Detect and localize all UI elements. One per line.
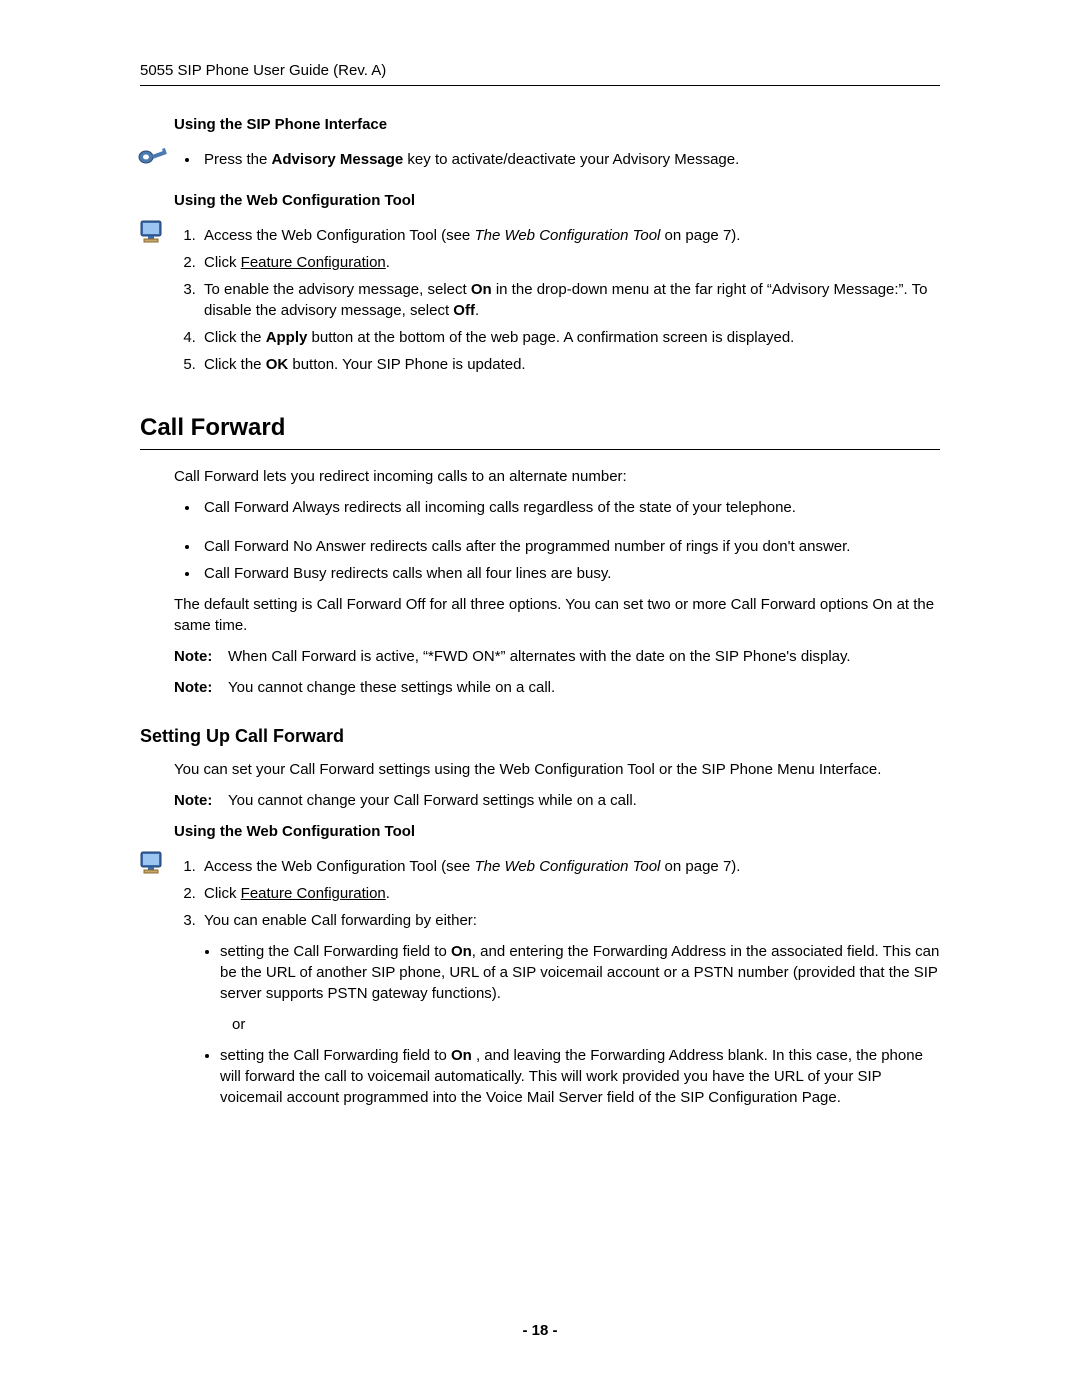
- page-header: 5055 SIP Phone User Guide (Rev. A): [140, 60, 940, 81]
- cf-note-1: Note: When Call Forward is active, “*FWD…: [174, 646, 940, 667]
- monitor-icon: [138, 219, 166, 245]
- cf-bullet-busy: Call Forward Busy redirects calls when a…: [200, 563, 940, 584]
- web-step-1: Access the Web Configuration Tool (see T…: [200, 225, 940, 246]
- web-step-5: Click the OK button. Your SIP Phone is u…: [200, 354, 940, 375]
- su-sub-1: setting the Call Forwarding field to On,…: [220, 941, 940, 1004]
- page-number: - 18 -: [0, 1320, 1080, 1341]
- cf-note-2: Note: You cannot change these settings w…: [174, 677, 940, 698]
- su-intro: You can set your Call Forward settings u…: [174, 759, 940, 780]
- su-step-1: Access the Web Configuration Tool (see T…: [200, 856, 940, 877]
- monitor-icon: [138, 850, 166, 876]
- setting-up-heading: Setting Up Call Forward: [140, 724, 940, 749]
- cf-default: The default setting is Call Forward Off …: [174, 594, 940, 636]
- feature-config-link[interactable]: Feature Configuration: [241, 254, 386, 271]
- web-step-3: To enable the advisory message, select O…: [200, 279, 940, 321]
- feature-config-link[interactable]: Feature Configuration: [241, 885, 386, 902]
- web-config-heading-2: Using the Web Configuration Tool: [174, 821, 940, 842]
- header-rule: [140, 85, 940, 86]
- sip-bullet-advisory: Press the Advisory Message key to activa…: [200, 149, 940, 170]
- su-sub-2: setting the Call Forwarding field to On …: [220, 1045, 940, 1108]
- key-icon: [138, 143, 168, 167]
- sip-phone-interface-heading: Using the SIP Phone Interface: [174, 114, 940, 135]
- call-forward-rule: [140, 449, 940, 450]
- web-config-heading-1: Using the Web Configuration Tool: [174, 190, 940, 211]
- su-step-3: You can enable Call forwarding by either…: [200, 910, 940, 931]
- su-step-2: Click Feature Configuration.: [200, 883, 940, 904]
- or-text: or: [232, 1014, 940, 1035]
- cf-intro: Call Forward lets you redirect incoming …: [174, 466, 940, 487]
- cf-bullet-always: Call Forward Always redirects all incomi…: [200, 497, 940, 518]
- web-step-4: Click the Apply button at the bottom of …: [200, 327, 940, 348]
- web-step-2: Click Feature Configuration.: [200, 252, 940, 273]
- call-forward-heading: Call Forward: [140, 411, 940, 445]
- su-note: Note: You cannot change your Call Forwar…: [174, 790, 940, 811]
- cf-bullet-noanswer: Call Forward No Answer redirects calls a…: [200, 536, 940, 557]
